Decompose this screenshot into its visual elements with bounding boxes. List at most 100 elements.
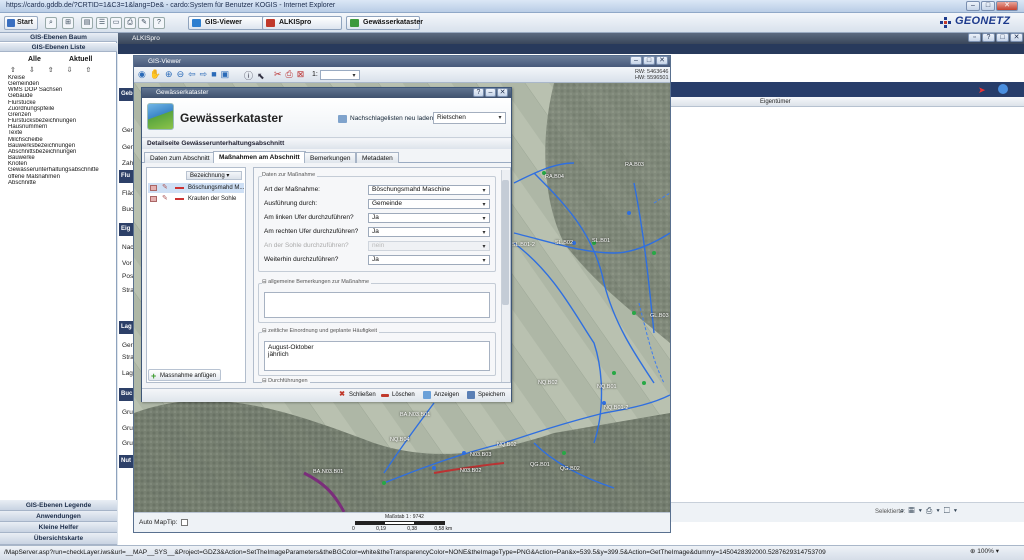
legend-header[interactable]: GIS-Ebenen Legende	[0, 500, 117, 511]
task-tab-gis-viewer[interactable]: GIS-Viewer	[188, 16, 268, 30]
brand-name: GEONETZ	[955, 15, 1011, 27]
map-feature-label: QG.B01	[530, 462, 550, 468]
close-icon: ✖	[339, 391, 345, 398]
show-button[interactable]: Anzeigen	[423, 390, 459, 400]
delete-icon[interactable]	[175, 198, 184, 200]
delete-button[interactable]: Löschen	[381, 390, 415, 400]
applications-header[interactable]: Anwendungen	[0, 511, 117, 522]
field-select[interactable]: Ja ▾	[368, 227, 490, 237]
task-tab-alkispro[interactable]: ALKISpro	[262, 16, 342, 30]
search-icon[interactable]: ⌕	[45, 17, 57, 29]
close-dialog-button[interactable]: ✖ Schließen	[338, 390, 376, 400]
form-scrollbar-thumb[interactable]	[502, 180, 509, 305]
chevron-down-icon: ▾	[482, 230, 486, 236]
field-select[interactable]: Böschungsmahd Maschine ▾	[368, 185, 490, 195]
gis-maximize-button[interactable]: □	[643, 56, 655, 65]
map-navigation-icons[interactable]: ◉✋⊕⊖⇦⇨■▣	[138, 69, 233, 80]
scale-prefix: 1:	[312, 71, 318, 78]
owner-column-header[interactable]: Eigentümer	[760, 97, 791, 107]
map-feature-label: NQ.B02	[538, 380, 558, 386]
start-button[interactable]: Start	[4, 16, 38, 30]
alkis-side-label: Zah	[122, 160, 134, 167]
dialog-title: Gewässerkataster	[156, 89, 209, 96]
field-label: Ausführung durch:	[264, 200, 318, 207]
alkis-icon	[266, 19, 275, 27]
remarks-textarea[interactable]	[264, 292, 490, 318]
map-feature-label: NQ.B02	[497, 442, 517, 448]
tab-label: Gewässerkataster	[363, 19, 423, 26]
alkis-restore-button[interactable]: ▫	[968, 33, 981, 42]
field-select[interactable]: Ja ▾	[368, 213, 490, 223]
info-select-icons[interactable]: ⓘ⬉	[244, 69, 269, 82]
add-measure-button[interactable]: + Massnahme anfügen	[148, 369, 222, 381]
tab-massnahmen[interactable]: Maßnahmen am Abschnitt	[213, 151, 306, 163]
overview-map-header[interactable]: Übersichtskarte	[0, 533, 117, 545]
alkis-close-button[interactable]: ✕	[1010, 33, 1023, 42]
col-all[interactable]: Alle	[28, 56, 41, 63]
close-button[interactable]: ✕	[996, 1, 1018, 11]
timing-textarea[interactable]: August-Oktober jährlich	[264, 341, 490, 371]
pin-icon[interactable]: ➤	[978, 85, 986, 96]
alkis-maximize-button[interactable]: □	[996, 33, 1009, 42]
tab-daten-zum-abschnitt[interactable]: Daten zum Abschnitt	[144, 152, 216, 163]
field-select[interactable]: Gemeinde ▾	[368, 199, 490, 209]
alkis-tool-icons[interactable]: ⌕▦▾⎙▾☐▾	[900, 506, 1018, 518]
alkis-table-header	[650, 97, 1024, 107]
field-value: nein	[372, 242, 385, 249]
edit-icon[interactable]	[150, 185, 157, 191]
col-current[interactable]: Aktuell	[69, 56, 92, 63]
list-item[interactable]: ✎ Böschungsmahd M...	[148, 183, 244, 193]
dialog-minimize-button[interactable]: –	[485, 88, 496, 97]
pencil-icon[interactable]: ✎	[162, 195, 170, 202]
document-icon[interactable]: ▤	[81, 17, 93, 29]
maximize-button[interactable]: □	[981, 1, 995, 11]
auto-maptip-checkbox[interactable]	[181, 519, 189, 526]
tab-bemerkungen[interactable]: Bemerkungen	[304, 152, 357, 163]
measure-label: Krauten der Sohle	[188, 196, 237, 202]
dialog-close-button[interactable]: ✕	[497, 88, 508, 97]
measure-print-icons[interactable]: ✂⎙⊠	[274, 69, 308, 80]
left-panel: GIS-Ebenen Baum GIS-Ebenen Liste Alle Ak…	[0, 33, 117, 545]
settings-icon[interactable]	[998, 84, 1008, 94]
tools-icon[interactable]: ✎	[138, 17, 150, 29]
start-label: Start	[17, 19, 33, 26]
alkis-help-button[interactable]: ?	[982, 33, 995, 42]
tab-metadaten[interactable]: Metadaten	[356, 152, 399, 163]
gis-toolbar: ◉✋⊕⊖⇦⇨■▣ ⓘ⬉ ✂⎙⊠ 1: ▾	[134, 67, 670, 83]
minimize-button[interactable]: –	[966, 1, 980, 11]
layer-list[interactable]: Kreise Gemeinden WMS DOP Sachsen Gebäude Flu…	[8, 75, 114, 186]
map-icon	[423, 391, 431, 399]
reload-lookup-button[interactable]: Nachschlagelisten neu laden	[338, 113, 433, 125]
zoom-icon[interactable]: ⊞	[62, 17, 74, 29]
field-label: Art der Maßnahme:	[264, 186, 320, 193]
list-icon[interactable]: ☰	[96, 17, 108, 29]
save-button[interactable]: Speichern	[467, 390, 505, 400]
zoom-level[interactable]: ⊕ 100% ▾	[970, 547, 999, 555]
list-item[interactable]: ✎ Krauten der Sohle	[148, 194, 244, 204]
executions-title[interactable]: ⊟ Durchführungen	[262, 378, 310, 384]
layer-item[interactable]: Abschnitte	[8, 180, 114, 186]
list-column-header[interactable]: Bezeichnung ▾	[186, 171, 242, 180]
helpers-header[interactable]: Kleine Helfer	[0, 522, 117, 533]
delete-icon[interactable]	[175, 187, 184, 189]
pencil-icon[interactable]: ✎	[162, 184, 170, 191]
folder-icon[interactable]: ▭	[110, 17, 122, 29]
tree-header[interactable]: GIS-Ebenen Baum	[0, 33, 117, 42]
layer-sort-controls[interactable]: ⇧⇩⇧⇩⇧	[10, 66, 104, 74]
alkis-side-label: Vor	[122, 260, 132, 267]
layer-item[interactable]: Gewässerunterhaltungsabschnitte	[8, 167, 114, 173]
list-header[interactable]: GIS-Ebenen Liste	[0, 43, 117, 52]
gis-minimize-button[interactable]: –	[630, 56, 642, 65]
gis-close-button[interactable]: ✕	[656, 56, 668, 65]
edit-icon[interactable]	[150, 196, 157, 202]
help-icon[interactable]: ?	[153, 17, 165, 29]
zoom-value: 100%	[977, 548, 994, 555]
dialog-help-button[interactable]: ?	[473, 88, 484, 97]
field-select[interactable]: Ja ▾	[368, 255, 490, 265]
task-tab-gewaesserkataster[interactable]: Gewässerkataster	[346, 16, 423, 30]
print-icon[interactable]: ⎙	[124, 17, 136, 29]
scale-select[interactable]: ▾	[320, 70, 360, 80]
municipality-select[interactable]: Rietschen ▾	[433, 112, 506, 124]
map-feature-label: RA.B03	[625, 162, 644, 168]
map-feature-label: NQ.B01-2	[604, 405, 629, 411]
